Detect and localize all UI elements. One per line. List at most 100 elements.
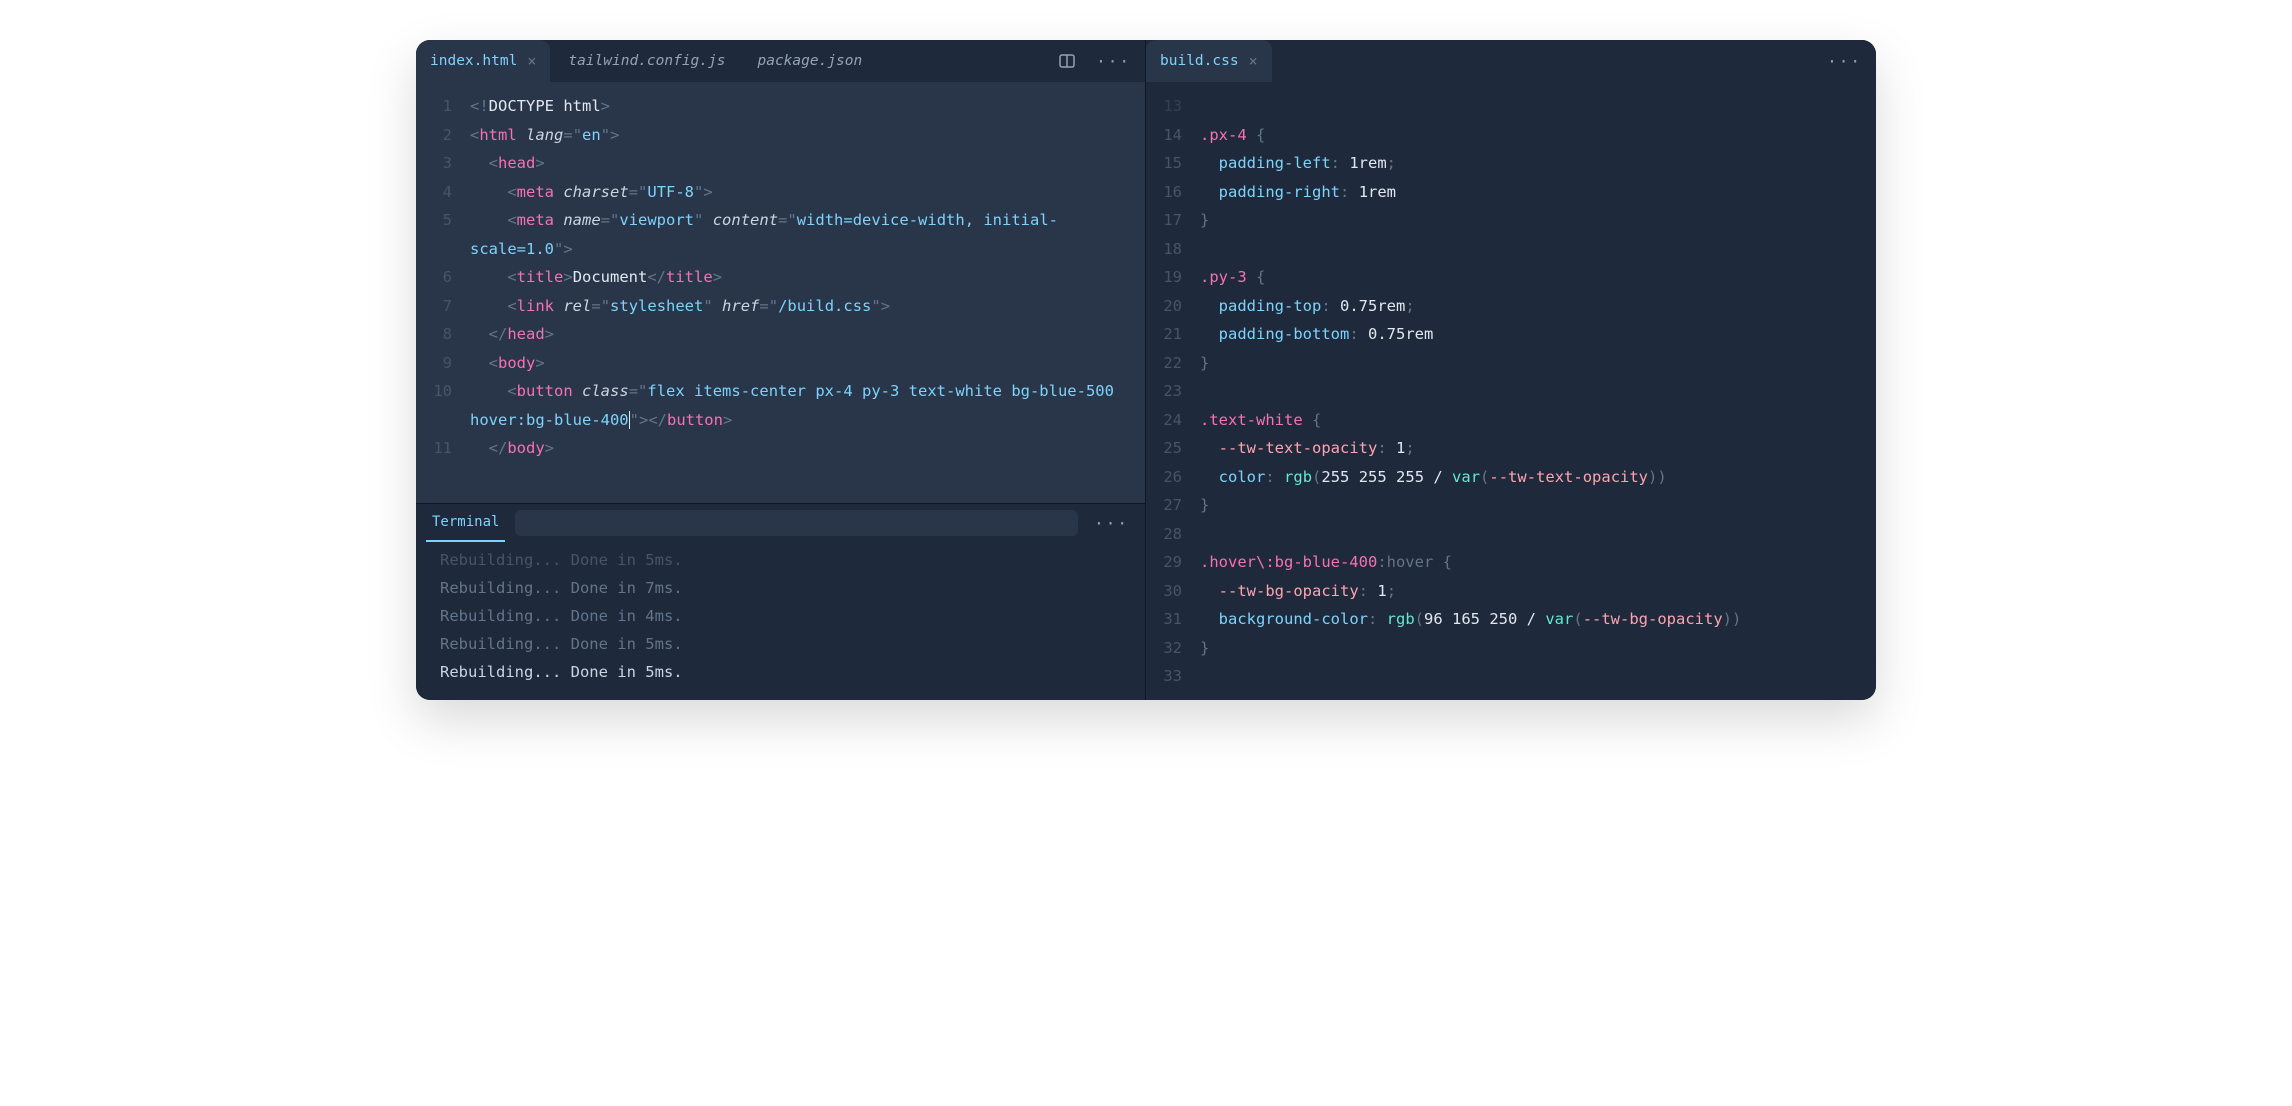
more-actions-icon[interactable]: ···	[1088, 46, 1139, 77]
line-number: 7	[416, 292, 470, 321]
terminal-tab[interactable]: Terminal	[426, 504, 505, 542]
code-content: .py-3 {	[1200, 263, 1283, 292]
terminal-line: Rebuilding... Done in 7ms.	[440, 574, 1127, 602]
code-line: 20 padding-top: 0.75rem;	[1146, 292, 1876, 321]
line-number: 2	[416, 121, 470, 150]
code-line: 21 padding-bottom: 0.75rem	[1146, 320, 1876, 349]
code-line: 9 <body>	[416, 349, 1145, 378]
terminal-line: Rebuilding... Done in 5ms.	[440, 546, 1127, 574]
line-number: 13	[1146, 92, 1200, 121]
code-content: padding-bottom: 0.75rem	[1200, 320, 1451, 349]
code-content: .hover\:bg-blue-400:hover {	[1200, 548, 1470, 577]
code-line: 22}	[1146, 349, 1876, 378]
more-actions-icon[interactable]: ···	[1819, 46, 1870, 77]
code-line: 7 <link rel="stylesheet" href="/build.cs…	[416, 292, 1145, 321]
line-number: 19	[1146, 263, 1200, 292]
code-line: 23	[1146, 377, 1876, 406]
left-tab[interactable]: tailwind.config.js	[554, 40, 739, 82]
code-content: --tw-bg-opacity: 1;	[1200, 577, 1414, 606]
line-number: 23	[1146, 377, 1200, 406]
tab-label: package.json	[757, 53, 862, 69]
code-content: <html lang="en">	[470, 121, 637, 150]
right-pane: build.css × ··· 1314.px-4 {15 padding-lef…	[1146, 40, 1876, 700]
left-tab-bar: index.html× tailwind.config.js package.jso…	[416, 40, 1145, 82]
line-number: 4	[416, 178, 470, 207]
line-number: 22	[1146, 349, 1200, 378]
tab-label: tailwind.config.js	[568, 53, 725, 69]
right-tab[interactable]: build.css ×	[1146, 40, 1272, 82]
code-content: }	[1200, 349, 1227, 378]
code-content: color: rgb(255 255 255 / var(--tw-text-o…	[1200, 463, 1685, 492]
terminal-more-icon[interactable]: ···	[1088, 514, 1135, 533]
line-number: 24	[1146, 406, 1200, 435]
line-number: 11	[416, 434, 470, 463]
code-content: <title>Document</title>	[470, 263, 740, 292]
code-line: 5 <meta name="viewport" content="width=d…	[416, 206, 1145, 263]
line-number: 15	[1146, 149, 1200, 178]
line-number: 1	[416, 92, 470, 121]
code-content: <!DOCTYPE html>	[470, 92, 628, 121]
code-content: .text-white {	[1200, 406, 1339, 435]
line-number: 8	[416, 320, 470, 349]
code-line: 24.text-white {	[1146, 406, 1876, 435]
terminal-header: Terminal ···	[416, 504, 1145, 542]
line-number: 3	[416, 149, 470, 178]
terminal-tab-label: Terminal	[432, 514, 499, 530]
code-line: 3 <head>	[416, 149, 1145, 178]
code-line: 18	[1146, 235, 1876, 264]
line-number: 29	[1146, 548, 1200, 577]
line-number: 30	[1146, 577, 1200, 606]
code-line: 25 --tw-text-opacity: 1;	[1146, 434, 1876, 463]
code-line: 19.py-3 {	[1146, 263, 1876, 292]
right-tab-bar: build.css × ···	[1146, 40, 1876, 82]
line-number: 14	[1146, 121, 1200, 150]
terminal-input[interactable]	[515, 510, 1078, 536]
code-line: 13	[1146, 92, 1876, 121]
code-content: }	[1200, 206, 1227, 235]
split-editor-icon[interactable]	[1050, 46, 1084, 76]
left-tab[interactable]: index.html×	[416, 40, 550, 82]
line-number: 25	[1146, 434, 1200, 463]
line-number: 31	[1146, 605, 1200, 634]
terminal-output[interactable]: Rebuilding... Done in 5ms.Rebuilding... …	[416, 542, 1145, 700]
code-line: 11 </body>	[416, 434, 1145, 463]
code-content: background-color: rgb(96 165 250 / var(-…	[1200, 605, 1759, 634]
line-number: 20	[1146, 292, 1200, 321]
code-content: <meta charset="UTF-8">	[470, 178, 731, 207]
code-line: 28	[1146, 520, 1876, 549]
code-line: 30 --tw-bg-opacity: 1;	[1146, 577, 1876, 606]
code-content: <meta name="viewport" content="width=dev…	[470, 206, 1145, 263]
close-icon[interactable]: ×	[1249, 54, 1258, 69]
code-line: 17}	[1146, 206, 1876, 235]
code-content: }	[1200, 491, 1227, 520]
tab-label: build.css	[1160, 53, 1239, 69]
code-content: padding-right: 1rem	[1200, 178, 1414, 207]
line-number: 5	[416, 206, 470, 235]
code-line: 10 <button class="flex items-center px-4…	[416, 377, 1145, 434]
code-line: 32}	[1146, 634, 1876, 663]
line-number: 33	[1146, 662, 1200, 691]
right-code-editor[interactable]: 1314.px-4 {15 padding-left: 1rem;16 padd…	[1146, 82, 1876, 700]
terminal-panel: Terminal ··· Rebuilding... Done in 5ms.R…	[416, 503, 1145, 700]
code-line: 2<html lang="en">	[416, 121, 1145, 150]
terminal-line: Rebuilding... Done in 5ms.	[440, 658, 1127, 686]
line-number: 10	[416, 377, 470, 406]
line-number: 16	[1146, 178, 1200, 207]
code-content: </head>	[470, 320, 572, 349]
code-content: <button class="flex items-center px-4 py…	[470, 377, 1145, 434]
code-content: </body>	[470, 434, 572, 463]
code-line: 27}	[1146, 491, 1876, 520]
code-line: 15 padding-left: 1rem;	[1146, 149, 1876, 178]
code-content: padding-left: 1rem;	[1200, 149, 1414, 178]
code-line: 8 </head>	[416, 320, 1145, 349]
code-line: 4 <meta charset="UTF-8">	[416, 178, 1145, 207]
terminal-line: Rebuilding... Done in 5ms.	[440, 630, 1127, 658]
code-line: 29.hover\:bg-blue-400:hover {	[1146, 548, 1876, 577]
left-code-editor[interactable]: 1<!DOCTYPE html>2<html lang="en">3 <head…	[416, 82, 1145, 503]
code-content: --tw-text-opacity: 1;	[1200, 434, 1433, 463]
left-pane: index.html× tailwind.config.js package.jso…	[416, 40, 1146, 700]
line-number: 28	[1146, 520, 1200, 549]
line-number: 27	[1146, 491, 1200, 520]
close-icon[interactable]: ×	[527, 54, 536, 69]
left-tab[interactable]: package.json	[743, 40, 876, 82]
